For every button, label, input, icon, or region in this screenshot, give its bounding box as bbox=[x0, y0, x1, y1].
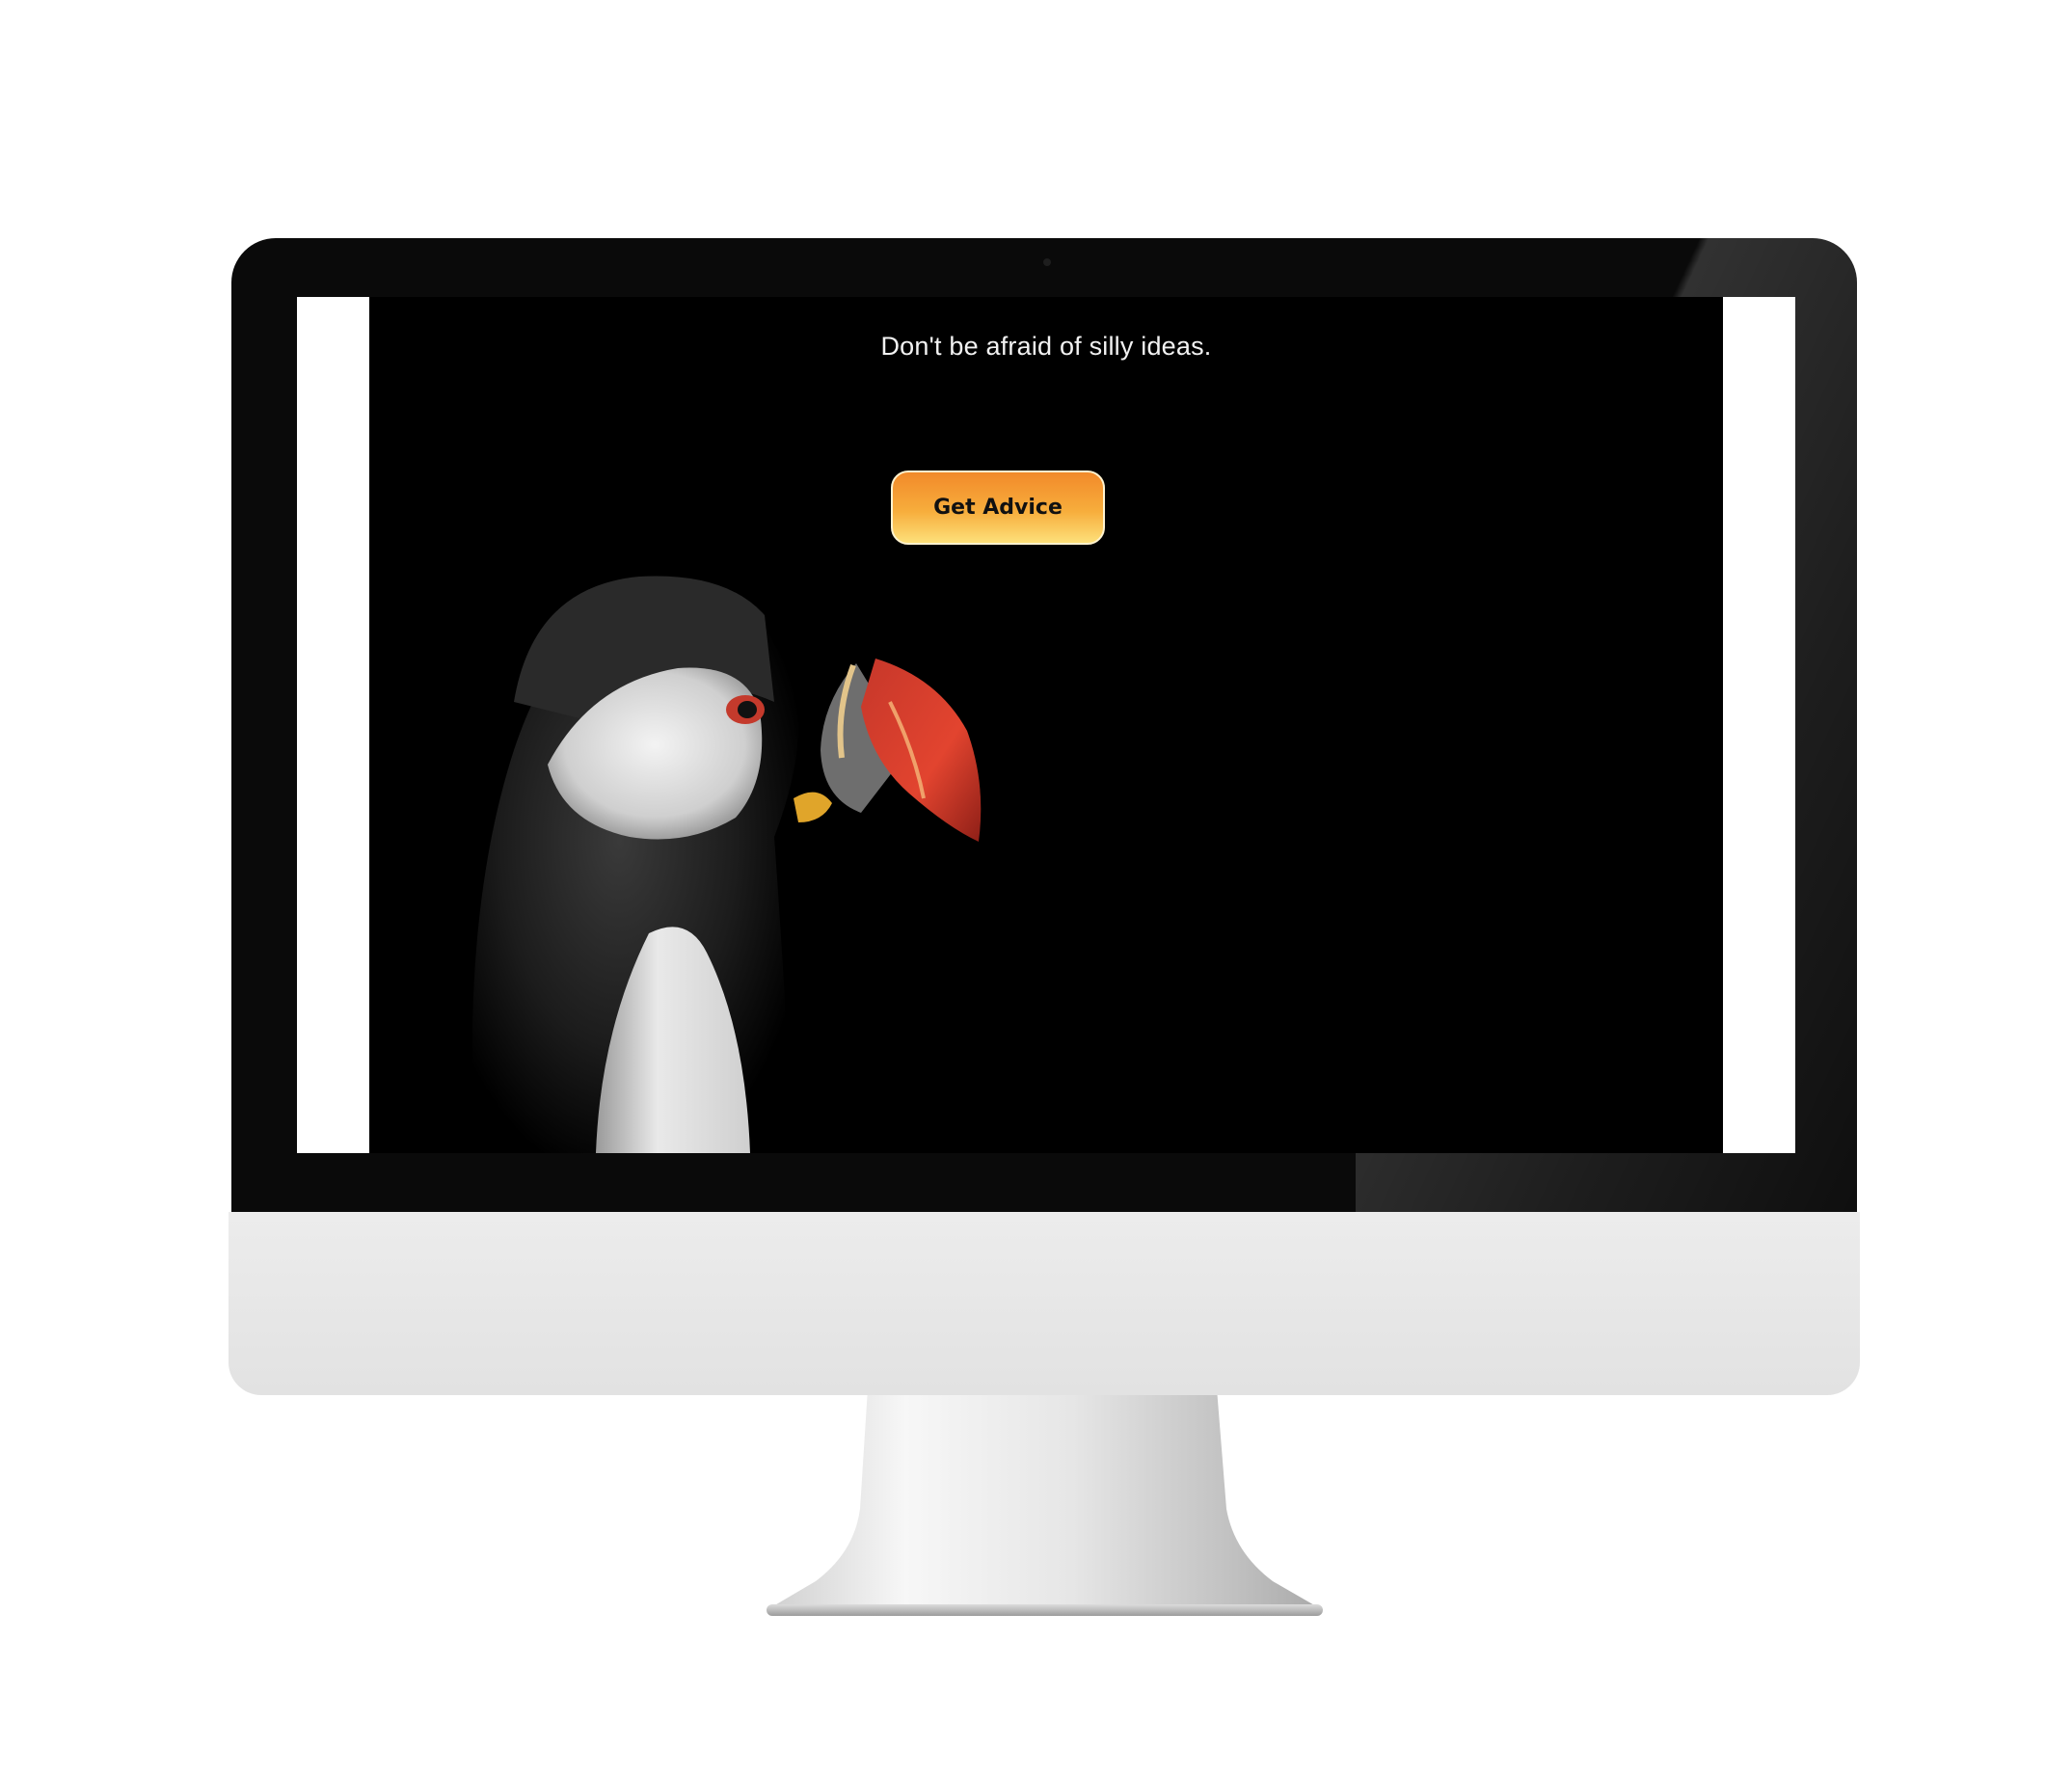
web-page: Don't be afraid of silly ideas. Get Advi… bbox=[369, 297, 1723, 1153]
camera-icon bbox=[1043, 258, 1051, 266]
monitor-chin bbox=[229, 1212, 1860, 1395]
page-tagline: Don't be afraid of silly ideas. bbox=[880, 332, 1212, 361]
get-advice-button[interactable]: Get Advice bbox=[891, 471, 1105, 545]
stand-neck-shape bbox=[767, 1388, 1323, 1610]
puffin-eye-pupil bbox=[738, 701, 757, 718]
puffin-beak bbox=[861, 659, 982, 842]
screen: Don't be afraid of silly ideas. Get Advi… bbox=[297, 297, 1795, 1153]
puffin-photo bbox=[471, 576, 982, 1153]
stand-base bbox=[767, 1604, 1323, 1616]
hero-image bbox=[369, 297, 1723, 1153]
mockup-stage: Don't be afraid of silly ideas. Get Advi… bbox=[0, 0, 2072, 1775]
puffin-rosette bbox=[794, 792, 832, 822]
